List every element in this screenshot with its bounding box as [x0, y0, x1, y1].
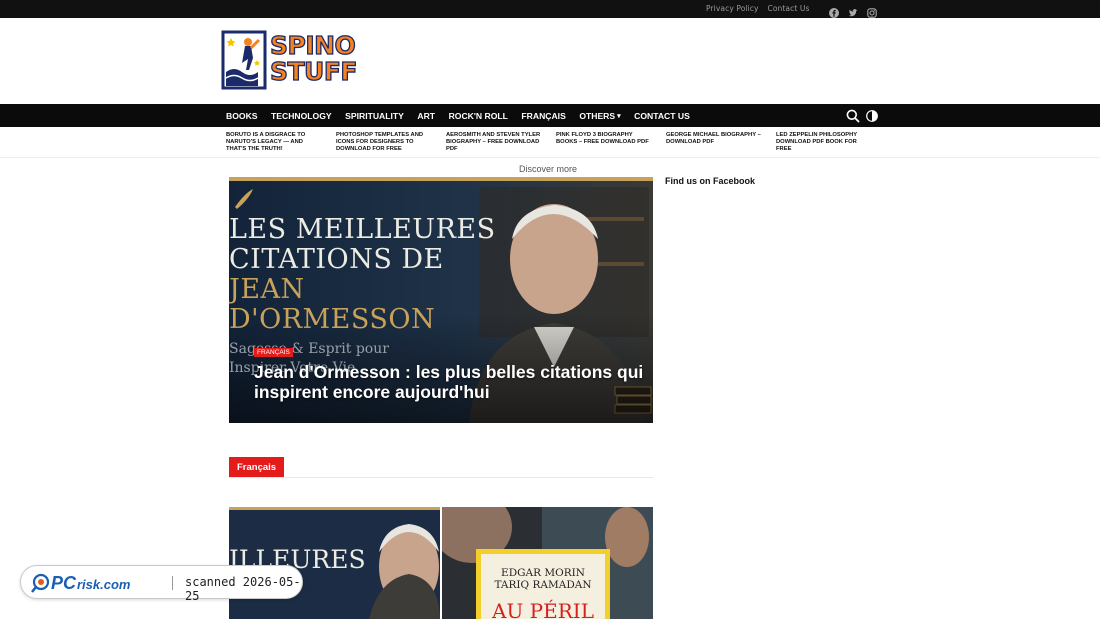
top-bar: Privacy Policy Contact Us	[0, 0, 1100, 18]
logo-line-2: STUFF	[269, 57, 358, 86]
nav-item-books[interactable]: BOOKS	[226, 111, 258, 121]
nav-item-spirituality[interactable]: SPIRITUALITY	[345, 111, 404, 121]
featured-post[interactable]: LES MEILLEURES CITATIONS DE JEAN D'ORMES…	[229, 177, 653, 423]
category-badge[interactable]: FRANÇAIS	[254, 348, 293, 357]
facebook-icon[interactable]	[829, 3, 839, 18]
book-author-1: EDGAR MORIN	[501, 567, 585, 579]
nav-item-technology[interactable]: TECHNOLOGY	[271, 111, 332, 121]
contact-us-link[interactable]: Contact Us	[768, 4, 810, 13]
logo-mark-icon	[221, 30, 267, 90]
trending-post-link[interactable]: GEORGE MICHAEL BIOGRAPHY – DOWNLOAD PDF	[666, 132, 761, 146]
trending-post-link[interactable]: BORUTO IS A DISGRACE TO NARUTO'S LEGACY …	[226, 132, 321, 153]
image-title-line-2: CITATIONS DE	[229, 244, 444, 275]
dark-mode-toggle-icon[interactable]	[866, 110, 878, 122]
logo-wordmark: SPINO STUFF	[269, 31, 358, 86]
discover-more-label[interactable]: Discover more	[519, 164, 577, 174]
main-nav: BOOKS TECHNOLOGY SPIRITUALITY ART ROCK'N…	[0, 104, 1100, 127]
divider	[229, 477, 653, 478]
sidebar-facebook-title: Find us on Facebook	[665, 176, 756, 186]
image-subtitle-line-1: Sagesse & Esprit pour	[229, 341, 389, 357]
instagram-icon[interactable]	[867, 3, 877, 18]
scan-watermark: PC risk.com scanned 2026-05-25	[20, 565, 303, 603]
post-thumbnail[interactable]: EDGAR MORIN TARIQ RAMADAN AU PÉRIL	[442, 507, 653, 619]
pcrisk-logo-suffix: risk.com	[77, 577, 131, 592]
svg-text:PC: PC	[51, 573, 77, 593]
nav-item-art[interactable]: ART	[417, 111, 435, 121]
trending-post-link[interactable]: PHOTOSHOP TEMPLATES AND ICONS FOR DESIGN…	[336, 132, 431, 153]
privacy-policy-link[interactable]: Privacy Policy	[706, 4, 759, 13]
featured-image-title: LES MEILLEURES CITATIONS DE JEAN D'ORMES…	[229, 215, 496, 335]
nav-item-rocknroll[interactable]: ROCK'N ROLL	[449, 111, 508, 121]
watermark-separator	[172, 576, 173, 590]
nav-item-others-label: OTHERS	[579, 110, 616, 121]
category-heading[interactable]: Français	[229, 457, 285, 478]
book-author-2: TARIQ RAMADAN	[494, 579, 592, 591]
book-cover-title: AU PÉRIL	[492, 599, 594, 619]
trending-post-link[interactable]: PINK FLOYD 3 BIOGRAPHY BOOKS – FREE DOWN…	[556, 132, 651, 146]
image-title-line-4: D'ORMESSON	[229, 304, 436, 335]
logo-line-1: SPINO	[269, 31, 356, 60]
site-logo[interactable]: SPINO STUFF	[221, 30, 361, 92]
nav-item-francais[interactable]: FRANÇAIS	[521, 111, 565, 121]
image-title-line-1: LES MEILLEURES	[229, 214, 496, 245]
book-cover-authors: EDGAR MORIN TARIQ RAMADAN	[481, 567, 605, 591]
search-icon[interactable]	[846, 109, 860, 123]
scan-date: scanned 2026-05-25	[185, 575, 301, 603]
trending-post-link[interactable]: LED ZEPPELIN PHILOSOPHY DOWNLOAD PDF BOO…	[776, 132, 871, 153]
nav-item-others[interactable]: OTHERS ▾	[579, 111, 620, 121]
chevron-down-icon: ▾	[617, 112, 621, 120]
featured-post-title[interactable]: Jean d'Ormesson : les plus belles citati…	[254, 362, 649, 402]
nav-item-contact-us[interactable]: CONTACT US	[634, 111, 690, 121]
trending-posts: BORUTO IS A DISGRACE TO NARUTO'S LEGACY …	[0, 127, 1100, 158]
pcrisk-logo: PC risk.com	[31, 573, 131, 593]
trending-post-link[interactable]: AEROSMITH AND STEVEN TYLER BIOGRAPHY – F…	[446, 132, 541, 153]
top-links: Privacy Policy Contact Us	[706, 4, 809, 13]
social-links	[829, 3, 877, 18]
image-title-line-3: JEAN	[229, 274, 305, 305]
twitter-icon[interactable]	[848, 3, 858, 17]
